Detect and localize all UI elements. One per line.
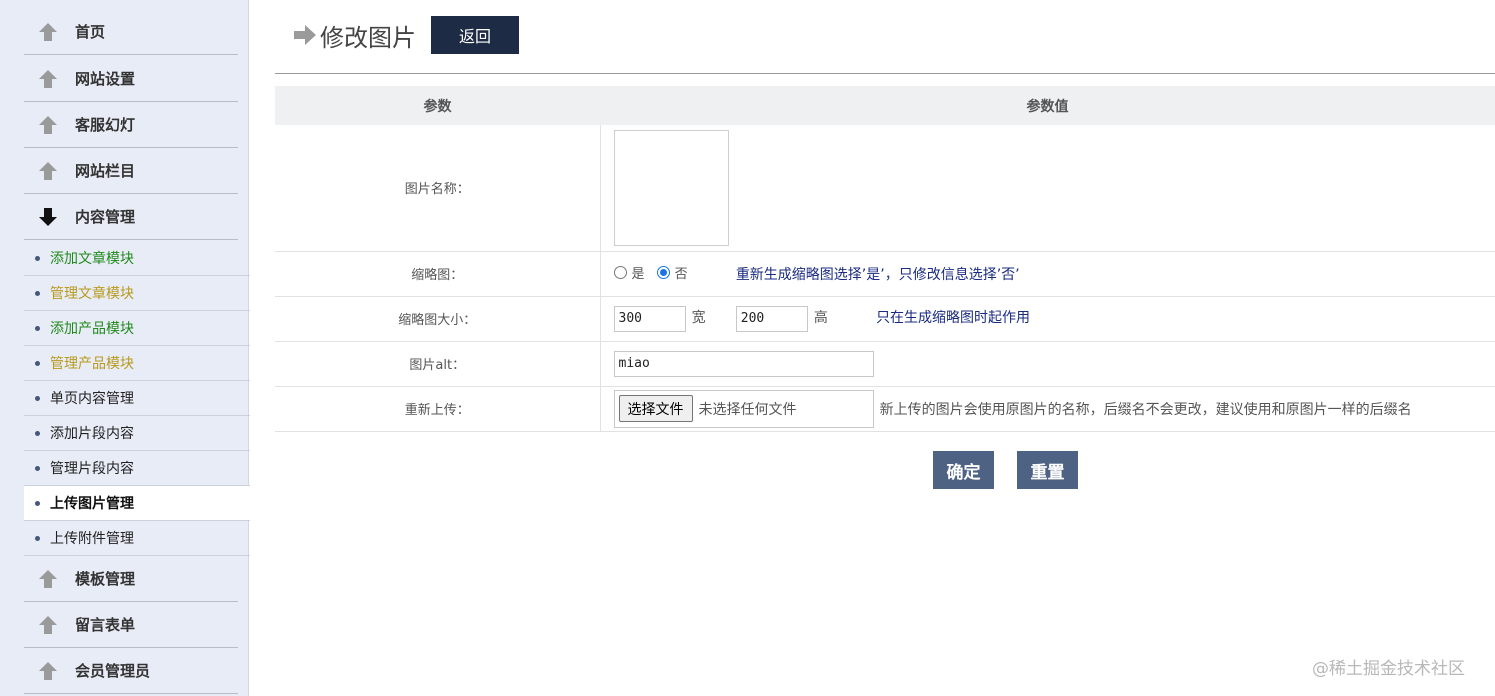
subitem-label: 添加文章模块 <box>50 251 134 267</box>
radio-no-label: 否 <box>674 267 688 282</box>
thumb-height-input[interactable] <box>735 305 808 332</box>
menu-label: 网站设置 <box>75 70 136 88</box>
menu-service-slides[interactable]: 客服幻灯 <box>24 102 238 148</box>
subitem-manage-fragment[interactable]: 管理片段内容 <box>24 451 250 486</box>
thumbnail-no-option[interactable]: 否 <box>656 263 688 282</box>
radio-no[interactable] <box>656 266 670 279</box>
width-unit: 宽 <box>691 310 706 326</box>
subitem-manage-article[interactable]: 管理文章模块 <box>24 276 250 311</box>
subitem-label: 管理产品模块 <box>50 356 134 372</box>
bullet-icon <box>35 535 40 541</box>
table-row: 重新上传： 选择文件 未选择任何文件 新上传的图片会使用原图片的名称，后缀名不会… <box>275 386 1495 432</box>
menu-label: 客服幻灯 <box>75 116 136 134</box>
bullet-icon <box>35 360 40 366</box>
bullet-icon <box>35 325 40 331</box>
subitem-add-article[interactable]: 添加文章模块 <box>24 241 250 276</box>
up-arrow-icon <box>38 160 58 182</box>
menu-label: 内容管理 <box>75 208 136 226</box>
table-row: 图片alt： <box>275 341 1495 387</box>
thumb-width-input[interactable] <box>613 305 686 332</box>
menu-label: 会员管理员 <box>75 662 151 680</box>
header-divider <box>275 73 1495 74</box>
confirm-button[interactable]: 确定 <box>933 451 994 489</box>
bullet-icon <box>35 465 40 471</box>
radio-yes-label: 是 <box>631 267 645 282</box>
menu-label: 首页 <box>75 23 106 41</box>
menu-label: 网站栏目 <box>75 162 136 180</box>
subitem-label: 单页内容管理 <box>50 391 134 407</box>
table-row: 图片名称： <box>275 125 1495 252</box>
param-label: 缩略图： <box>275 251 601 297</box>
param-label: 图片名称： <box>275 125 601 252</box>
page-title: 修改图片 <box>320 24 416 52</box>
up-arrow-icon <box>38 68 58 90</box>
alt-input[interactable] <box>613 350 874 377</box>
subitem-upload-attachment[interactable]: 上传附件管理 <box>24 521 250 556</box>
menu-site-columns[interactable]: 网站栏目 <box>24 148 238 194</box>
bullet-icon <box>35 430 40 436</box>
reupload-hint: 新上传的图片会使用原图片的名称，后缀名不会更改，建议使用和原图片一样的后缀名 <box>879 401 1412 418</box>
menu-content-management[interactable]: 内容管理 <box>24 194 238 240</box>
bullet-icon <box>35 500 40 506</box>
file-upload-field[interactable]: 选择文件 未选择任何文件 <box>613 389 874 428</box>
choose-file-button[interactable]: 选择文件 <box>618 395 693 422</box>
menu-members[interactable]: 会员管理员 <box>24 648 238 694</box>
subitem-add-fragment[interactable]: 添加片段内容 <box>24 416 250 451</box>
param-label: 缩略图大小： <box>275 296 601 342</box>
param-label: 图片alt： <box>275 341 601 387</box>
watermark: @稀土掘金技术社区 <box>1312 659 1465 679</box>
height-unit: 高 <box>813 310 828 326</box>
up-arrow-icon <box>38 568 58 590</box>
table-row: 缩略图： 是 否 重新生成缩略图选择’是’，只修改信息选择’否’ <box>275 251 1495 297</box>
menu-templates[interactable]: 模板管理 <box>24 556 238 602</box>
bullet-icon <box>35 395 40 401</box>
subitem-label: 上传附件管理 <box>50 531 134 547</box>
param-label: 重新上传： <box>275 386 601 432</box>
subitem-add-product[interactable]: 添加产品模块 <box>24 311 250 346</box>
table-header-row: 参数 参数值 <box>275 86 1495 125</box>
up-arrow-icon <box>38 660 58 682</box>
subitem-label: 上传图片管理 <box>50 496 134 512</box>
subitem-upload-image[interactable]: 上传图片管理 <box>24 486 250 521</box>
up-arrow-icon <box>38 21 58 43</box>
image-preview <box>613 129 729 246</box>
thumb-size-note: 只在生成缩略图时起作用 <box>876 310 1031 326</box>
subitem-manage-product[interactable]: 管理产品模块 <box>24 346 250 381</box>
radio-yes[interactable] <box>613 266 627 279</box>
subitem-label: 添加片段内容 <box>50 426 134 442</box>
column-header-param: 参数 <box>275 86 600 125</box>
thumbnail-note: 重新生成缩略图选择’是’，只修改信息选择’否’ <box>735 267 1020 283</box>
subitem-label: 添加产品模块 <box>50 321 134 337</box>
up-arrow-icon <box>38 114 58 136</box>
reset-button[interactable]: 重置 <box>1017 451 1078 489</box>
bullet-icon <box>35 255 40 261</box>
file-status: 未选择任何文件 <box>698 401 797 418</box>
thumbnail-yes-option[interactable]: 是 <box>613 263 645 282</box>
subitem-single-page[interactable]: 单页内容管理 <box>24 381 250 416</box>
table-row: 缩略图大小： 宽 高 只在生成缩略图时起作用 <box>275 296 1495 342</box>
back-button[interactable]: 返回 <box>431 16 519 54</box>
right-arrow-icon <box>293 24 317 46</box>
subitem-label: 管理片段内容 <box>50 461 134 477</box>
column-header-value: 参数值 <box>600 86 1495 125</box>
menu-home[interactable]: 首页 <box>24 9 238 55</box>
menu-label: 留言表单 <box>75 616 136 634</box>
edit-image-form: 参数 参数值 图片名称： 缩略图： 是 否 重新生成缩略图选择’是’，只修改信息… <box>275 86 1495 432</box>
sidebar: 首页 网站设置 客服幻灯 网站栏目 内容管理 添加文章模块 管理文章模块 添加产… <box>0 0 250 696</box>
subitem-label: 管理文章模块 <box>50 286 134 302</box>
up-arrow-icon <box>38 614 58 636</box>
bullet-icon <box>35 290 40 296</box>
menu-messages[interactable]: 留言表单 <box>24 602 238 648</box>
down-arrow-icon <box>38 206 58 228</box>
menu-label: 模板管理 <box>75 570 136 588</box>
menu-site-settings[interactable]: 网站设置 <box>24 56 238 102</box>
